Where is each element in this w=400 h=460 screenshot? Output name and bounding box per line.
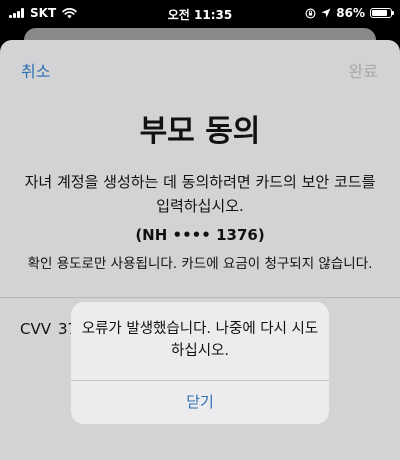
alert-message: 오류가 발생했습니다. 나중에 다시 시도하십시오.: [81, 321, 319, 359]
cancel-button[interactable]: 취소: [21, 58, 50, 82]
battery-icon: [370, 8, 394, 18]
cvv-label: CVV: [20, 320, 51, 338]
error-alert: 오류가 발생했습니다. 나중에 다시 시도하십시오. 닫기: [71, 302, 329, 424]
battery-percent: 86%: [336, 6, 365, 20]
section-divider: [0, 297, 400, 298]
done-button[interactable]: 완료: [349, 58, 378, 82]
card-identifier: (NH •••• 1376): [135, 226, 265, 244]
status-bar: SKT 오전 11:35 86%: [0, 0, 400, 26]
page-title: 부모 동의: [139, 114, 261, 149]
battery-level-fill: [372, 10, 387, 16]
consent-description: 자녀 계정을 생성하는 데 동의하려면 카드의 보안 코드를 입력하십시오.: [24, 173, 376, 215]
close-button[interactable]: 닫기: [71, 381, 329, 424]
location-icon: [321, 8, 331, 18]
orientation-lock-icon: [305, 8, 316, 18]
charge-notice: 확인 용도로만 사용됩니다. 카드에 요금이 청구되지 않습니다.: [27, 256, 373, 272]
